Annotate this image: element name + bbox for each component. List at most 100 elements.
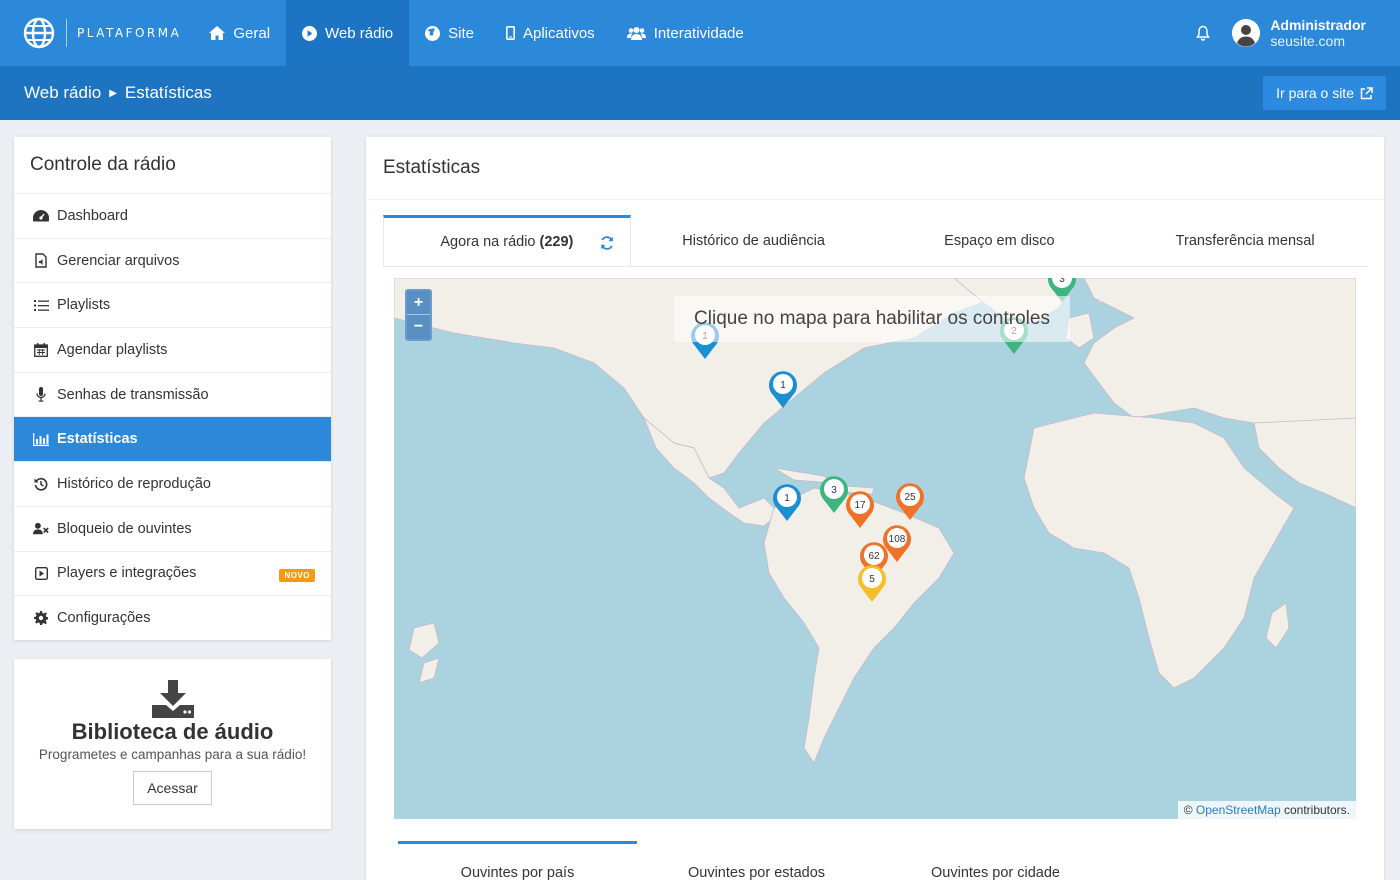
tab-label: Transferência mensal — [1175, 232, 1315, 249]
sidebar-item-label: Estatísticas — [57, 431, 138, 448]
marker-count: 1 — [784, 493, 790, 504]
map-zoom-control: + − — [405, 289, 432, 341]
nav-web-radio-label: Web rádio — [325, 24, 394, 42]
nav-geral[interactable]: Geral — [193, 0, 286, 66]
sidebar-item-players-integracoes[interactable]: Players e integrações NOVO — [14, 550, 331, 596]
mobile-icon — [505, 26, 515, 40]
map-attribution: © OpenStreetMap contributors. — [1177, 801, 1356, 819]
marker-count: 5 — [869, 574, 875, 585]
go-to-site-button[interactable]: Ir para o site — [1263, 76, 1386, 110]
play-square-icon — [33, 566, 49, 580]
marker-count: 17 — [854, 500, 866, 511]
go-to-site-label: Ir para o site — [1276, 85, 1354, 101]
user-name: Administrador — [1270, 17, 1366, 33]
breadcrumb-bar: Web rádio ▶ Estatísticas Ir para o site — [0, 66, 1400, 120]
microphone-icon — [33, 387, 49, 402]
radio-control-sidebar: Controle da rádio Dashboard Gerenciar ar… — [14, 137, 331, 640]
nav-interatividade-label: Interatividade — [653, 24, 744, 42]
caret-right-icon: ▶ — [109, 87, 117, 99]
access-library-button[interactable]: Acessar — [133, 771, 212, 805]
sidebar-item-label: Agendar playlists — [57, 341, 168, 358]
sidebar-item-label: Dashboard — [57, 207, 128, 224]
brand-name: PLATAFORMA — [77, 26, 182, 40]
new-badge: NOVO — [279, 568, 315, 582]
tab-historico-audiencia[interactable]: Histórico de audiência — [631, 215, 877, 266]
main-nav: Geral Web rádio Site Aplicativos Interat… — [193, 0, 759, 66]
sidebar-item-senhas-transmissao[interactable]: Senhas de transmissão — [14, 371, 331, 417]
tab-label: Histórico de audiência — [682, 232, 825, 249]
world-map: 1 1 1 2 3 3 17 25 108 62 5 — [394, 278, 1356, 764]
list-icon — [33, 299, 49, 312]
refresh-icon[interactable] — [600, 236, 614, 254]
sidebar-item-configuracoes[interactable]: Configurações — [14, 595, 331, 640]
logo[interactable]: PLATAFORMA — [0, 0, 193, 66]
marker-count: 25 — [904, 492, 916, 503]
audio-library-card: Biblioteca de áudio Programetes e campan… — [14, 659, 331, 829]
user-block-icon — [33, 522, 49, 535]
sidebar-title: Controle da rádio — [30, 154, 176, 175]
sidebar-item-label: Bloqueio de ouvintes — [57, 520, 192, 537]
tab-label: Espaço em disco — [944, 232, 1055, 249]
nav-aplicativos[interactable]: Aplicativos — [490, 0, 611, 66]
globe-icon — [425, 25, 441, 41]
sidebar-item-label: Playlists — [57, 297, 111, 314]
tab-agora-na-radio[interactable]: Agora na rádio (229) — [383, 215, 631, 266]
marker-count: 3 — [831, 485, 837, 496]
sidebar-item-label: Players e integrações — [57, 565, 197, 582]
breadcrumb-section[interactable]: Web rádio — [24, 83, 101, 103]
zoom-in-button[interactable]: + — [407, 291, 430, 315]
gear-icon — [33, 611, 49, 626]
sidebar-item-agendar-playlists[interactable]: Agendar playlists — [14, 327, 331, 372]
map-hint: Clique no mapa para habilitar os control… — [674, 296, 1070, 342]
dashboard-icon — [33, 209, 49, 222]
tab-espaco-disco[interactable]: Espaço em disco — [877, 215, 1123, 266]
download-icon — [14, 680, 331, 718]
sidebar-item-dashboard[interactable]: Dashboard — [14, 193, 331, 238]
sidebar-item-gerenciar-arquivos[interactable]: Gerenciar arquivos — [14, 237, 331, 283]
external-link-icon — [1360, 86, 1373, 100]
user-menu[interactable]: Administrador seusite.com — [1270, 17, 1366, 49]
history-icon — [33, 477, 49, 491]
tab-ouvintes-estados[interactable]: Ouvintes por estados — [637, 841, 876, 880]
sidebar-item-label: Histórico de reprodução — [57, 475, 211, 492]
play-circle-icon — [302, 25, 318, 41]
top-navbar: PLATAFORMA Geral Web rádio Site Aplicati… — [0, 0, 1400, 66]
sidebar-item-label: Configurações — [57, 610, 151, 627]
tab-label: Agora na rádio — [440, 234, 536, 250]
stats-tabs: Agora na rádio (229) Histórico de audiên… — [383, 215, 1368, 267]
marker-count: 1 — [780, 380, 786, 391]
zoom-out-button[interactable]: − — [407, 315, 430, 339]
marker-count: 108 — [889, 534, 906, 545]
library-title: Biblioteca de áudio — [71, 719, 274, 744]
marker-count: 62 — [868, 551, 880, 562]
nav-interatividade[interactable]: Interatividade — [611, 0, 760, 66]
sidebar-item-historico-reproducao[interactable]: Histórico de reprodução — [14, 461, 331, 506]
users-icon — [626, 26, 646, 40]
sidebar-item-bloqueio-ouvintes[interactable]: Bloqueio de ouvintes — [14, 505, 331, 551]
file-audio-icon — [33, 253, 49, 268]
listener-breakdown-tabs: Ouvintes por país Ouvintes por estados O… — [398, 841, 1115, 880]
tab-ouvintes-pais[interactable]: Ouvintes por país — [398, 841, 637, 880]
user-site: seusite.com — [1270, 33, 1346, 49]
avatar[interactable] — [1232, 19, 1261, 47]
bar-chart-icon — [33, 432, 49, 446]
marker-count: 3 — [1059, 278, 1065, 285]
globe-logo-icon — [23, 17, 55, 49]
sidebar-item-estatisticas[interactable]: Estatísticas — [14, 416, 331, 462]
tab-ouvintes-cidade[interactable]: Ouvintes por cidade — [876, 841, 1115, 880]
nav-site[interactable]: Site — [409, 0, 490, 66]
tab-transferencia-mensal[interactable]: Transferência mensal — [1122, 215, 1368, 266]
sidebar-item-label: Gerenciar arquivos — [57, 252, 180, 269]
nav-web-radio[interactable]: Web rádio — [286, 0, 410, 66]
bell-icon[interactable] — [1196, 25, 1211, 41]
library-subtitle: Programetes e campanhas para a sua rádio… — [38, 747, 307, 762]
nav-site-label: Site — [448, 24, 474, 42]
openstreetmap-link[interactable]: OpenStreetMap — [1196, 803, 1281, 817]
nav-geral-label: Geral — [233, 24, 271, 42]
sidebar-item-playlists[interactable]: Playlists — [14, 282, 331, 327]
listeners-map[interactable]: 1 1 1 2 3 3 17 25 108 62 5 + − Clique no… — [394, 278, 1356, 819]
sidebar-item-label: Senhas de transmissão — [57, 386, 209, 403]
calendar-icon — [33, 342, 49, 357]
statistics-panel: Estatísticas Agora na rádio (229) Histór… — [366, 137, 1384, 880]
attribution-suffix: contributors. — [1283, 803, 1350, 817]
